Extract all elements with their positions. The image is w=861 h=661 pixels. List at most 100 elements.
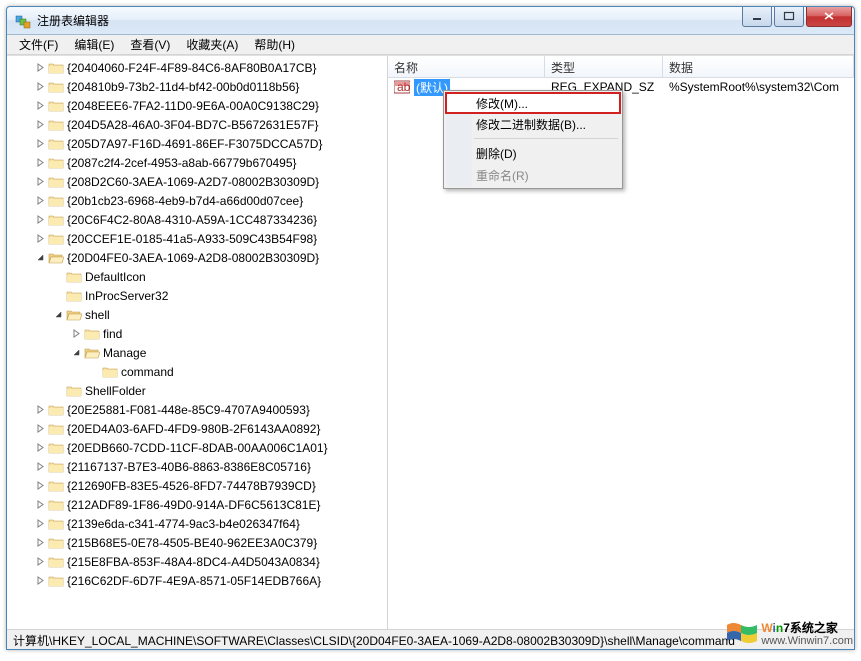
expand-icon[interactable] (33, 517, 47, 531)
minimize-button[interactable] (742, 7, 772, 27)
menu-view[interactable]: 查看(V) (122, 34, 178, 55)
folder-icon (48, 213, 64, 227)
regedit-app-icon (15, 13, 31, 29)
statusbar-path: 计算机\HKEY_LOCAL_MACHINE\SOFTWARE\Classes\… (13, 634, 735, 648)
tree-item[interactable]: {212ADF89-1F86-49D0-914A-DF6C5613C81E} (7, 495, 387, 514)
tree-item[interactable]: {20b1cb23-6968-4eb9-b7d4-a66d00d07cee} (7, 191, 387, 210)
expand-icon[interactable] (33, 80, 47, 94)
tree-item-label: {20EDB660-7CDD-11CF-8DAB-00AA006C1A01} (67, 441, 328, 455)
list-header: 名称 类型 数据 (388, 56, 854, 78)
expand-icon[interactable] (33, 232, 47, 246)
expand-icon[interactable] (33, 137, 47, 151)
watermark-text-cn: Win7系统之家 (761, 621, 853, 635)
tree-item[interactable]: {20404060-F24F-4F89-84C6-8AF80B0A17CB} (7, 58, 387, 77)
tree-item[interactable]: {204810b9-73b2-11d4-bf42-00b0d0118b56} (7, 77, 387, 96)
tree-item[interactable]: ShellFolder (7, 381, 387, 400)
tree-item-label: Manage (103, 346, 146, 360)
tree-item-label: {21167137-B7E3-40B6-8863-8386E8C05716} (67, 460, 311, 474)
expand-icon[interactable] (33, 403, 47, 417)
col-header-name[interactable]: 名称 (388, 56, 545, 77)
tree-item-label: {2048EEE6-7FA2-11D0-9E6A-00A0C9138C29} (67, 99, 319, 113)
folder-icon (48, 498, 64, 512)
expander-none (87, 365, 101, 379)
tree-item[interactable]: {215E8FBA-853F-48A4-8DC4-A4D5043A0834} (7, 552, 387, 571)
ctx-modify[interactable]: 修改(M)... (445, 92, 621, 114)
tree-item[interactable]: InProcServer32 (7, 286, 387, 305)
tree-item[interactable]: {20ED4A03-6AFD-4FD9-980B-2F6143AA0892} (7, 419, 387, 438)
expand-icon[interactable] (33, 422, 47, 436)
ctx-delete[interactable]: 删除(D) (446, 142, 620, 164)
tree-item[interactable]: {20E25881-F081-448e-85C9-4707A9400593} (7, 400, 387, 419)
tree-item-label: InProcServer32 (85, 289, 168, 303)
collapse-icon[interactable] (69, 346, 83, 360)
tree-item[interactable]: {20EDB660-7CDD-11CF-8DAB-00AA006C1A01} (7, 438, 387, 457)
expand-icon[interactable] (33, 61, 47, 75)
tree-item[interactable]: {2139e6da-c341-4774-9ac3-b4e026347f64} (7, 514, 387, 533)
tree-item-label: {208D2C60-3AEA-1069-A2D7-08002B30309D} (67, 175, 319, 189)
expand-icon[interactable] (33, 555, 47, 569)
tree-item[interactable]: command (7, 362, 387, 381)
menu-file[interactable]: 文件(F) (11, 34, 66, 55)
collapse-icon[interactable] (33, 251, 47, 265)
folder-icon (102, 365, 118, 379)
folder-icon (48, 232, 64, 246)
expand-icon[interactable] (33, 441, 47, 455)
expand-icon[interactable] (33, 574, 47, 588)
tree-item[interactable]: {2087c2f4-2cef-4953-a8ab-66779b670495} (7, 153, 387, 172)
folder-open-icon (66, 308, 82, 322)
menu-edit[interactable]: 编辑(E) (66, 34, 122, 55)
tree-item[interactable]: {216C62DF-6D7F-4E9A-8571-05F14EDB766A} (7, 571, 387, 590)
tree-item[interactable]: {2048EEE6-7FA2-11D0-9E6A-00A0C9138C29} (7, 96, 387, 115)
expand-icon[interactable] (69, 327, 83, 341)
tree-item[interactable]: Manage (7, 343, 387, 362)
tree-item[interactable]: {204D5A28-46A0-3F04-BD7C-B5672631E57F} (7, 115, 387, 134)
tree-item-label: {212690FB-83E5-4526-8FD7-74478B7939CD} (67, 479, 316, 493)
expand-icon[interactable] (33, 213, 47, 227)
tree-item[interactable]: shell (7, 305, 387, 324)
tree-item[interactable]: {20CCEF1E-0185-41a5-A933-509C43B54F98} (7, 229, 387, 248)
expand-icon[interactable] (33, 536, 47, 550)
windows-flag-icon (725, 619, 759, 649)
ctx-modify-binary[interactable]: 修改二进制数据(B)... (446, 113, 620, 135)
expand-icon[interactable] (33, 99, 47, 113)
tree-item[interactable]: {205D7A97-F16D-4691-86EF-F3075DCCA57D} (7, 134, 387, 153)
expand-icon[interactable] (33, 156, 47, 170)
col-header-type[interactable]: 类型 (545, 56, 663, 77)
tree-scroll[interactable]: {20404060-F24F-4F89-84C6-8AF80B0A17CB} {2… (7, 56, 387, 629)
tree-item-label: {20E25881-F081-448e-85C9-4707A9400593} (67, 403, 310, 417)
menu-help[interactable]: 帮助(H) (246, 34, 303, 55)
expand-icon[interactable] (33, 460, 47, 474)
tree-item[interactable]: find (7, 324, 387, 343)
tree-item[interactable]: {21167137-B7E3-40B6-8863-8386E8C05716} (7, 457, 387, 476)
tree-item[interactable]: {20C6F4C2-80A8-4310-A59A-1CC487334236} (7, 210, 387, 229)
tree-item[interactable]: DefaultIcon (7, 267, 387, 286)
folder-icon (48, 99, 64, 113)
menu-favorites[interactable]: 收藏夹(A) (178, 34, 246, 55)
tree-item-label: {20D04FE0-3AEA-1069-A2D8-08002B30309D} (67, 251, 319, 265)
expand-icon[interactable] (33, 194, 47, 208)
tree-item-label: command (121, 365, 174, 379)
col-header-data[interactable]: 数据 (663, 56, 854, 77)
expander-none (51, 384, 65, 398)
folder-icon (48, 536, 64, 550)
tree-item[interactable]: {20D04FE0-3AEA-1069-A2D8-08002B30309D} (7, 248, 387, 267)
expand-icon[interactable] (33, 498, 47, 512)
tree-item-label: {204810b9-73b2-11d4-bf42-00b0d0118b56} (67, 80, 299, 94)
tree-item[interactable]: {212690FB-83E5-4526-8FD7-74478B7939CD} (7, 476, 387, 495)
tree-item-label: {215E8FBA-853F-48A4-8DC4-A4D5043A0834} (67, 555, 320, 569)
folder-icon (48, 574, 64, 588)
context-menu: 修改(M)... 修改二进制数据(B)... 删除(D) 重命名(R) (443, 90, 623, 189)
expand-icon[interactable] (33, 479, 47, 493)
folder-open-icon (84, 346, 100, 360)
tree-item-label: {20C6F4C2-80A8-4310-A59A-1CC487334236} (67, 213, 317, 227)
expand-icon[interactable] (33, 175, 47, 189)
tree-item[interactable]: {208D2C60-3AEA-1069-A2D7-08002B30309D} (7, 172, 387, 191)
expander-none (51, 270, 65, 284)
close-button[interactable] (806, 7, 852, 27)
maximize-button[interactable] (774, 7, 804, 27)
collapse-icon[interactable] (51, 308, 65, 322)
titlebar[interactable]: 注册表编辑器 (7, 7, 854, 35)
tree-item-label: find (103, 327, 122, 341)
tree-item[interactable]: {215B68E5-0E78-4505-BE40-962EE3A0C379} (7, 533, 387, 552)
expand-icon[interactable] (33, 118, 47, 132)
